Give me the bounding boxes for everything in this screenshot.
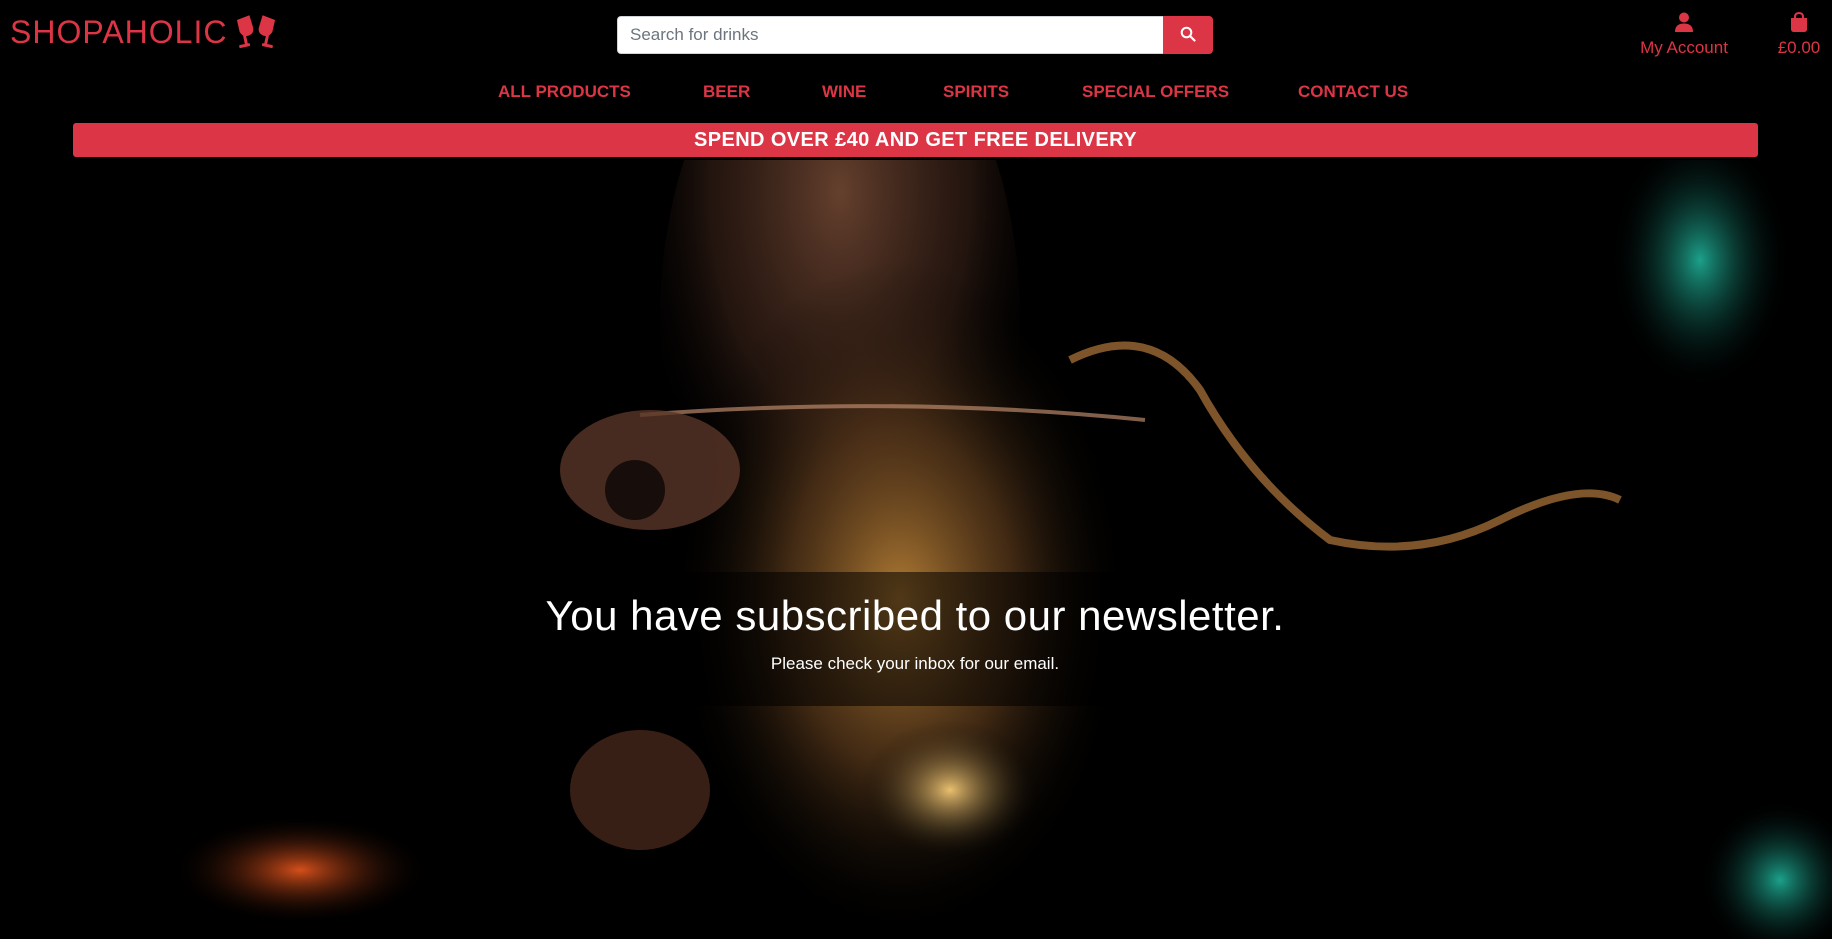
- confirmation-title: You have subscribed to our newsletter.: [545, 592, 1285, 639]
- user-icon: [1628, 12, 1740, 34]
- nav-item-special-offers[interactable]: SPECIAL OFFERS: [1082, 82, 1229, 102]
- bag-total: £0.00: [1777, 38, 1821, 57]
- brand-logo-link[interactable]: SHOPAHOLIC: [10, 14, 277, 51]
- nav-item-wine[interactable]: WINE: [822, 82, 866, 102]
- shopping-bag-icon: [1770, 11, 1828, 34]
- my-account-link[interactable]: My Account: [1628, 12, 1740, 58]
- search-input[interactable]: [617, 16, 1163, 54]
- glass-cheers-icon: [235, 14, 277, 51]
- my-account-label: My Account: [1640, 38, 1728, 57]
- free-delivery-banner: SPEND OVER £40 AND GET FREE DELIVERY: [73, 123, 1758, 157]
- nav-item-contact-us[interactable]: CONTACT US: [1298, 82, 1408, 102]
- newsletter-confirmation: You have subscribed to our newsletter. P…: [500, 572, 1330, 706]
- nav-item-all-products[interactable]: ALL PRODUCTS: [498, 82, 631, 102]
- brand-name: SHOPAHOLIC: [10, 14, 228, 50]
- page: SHOPAHOLIC Search for drinks My Account …: [0, 0, 1832, 939]
- search-form: [617, 16, 1213, 54]
- nav-item-spirits[interactable]: SPIRITS: [943, 82, 1009, 102]
- nav-item-beer[interactable]: BEER: [703, 82, 750, 102]
- site-header: SHOPAHOLIC Search for drinks My Account …: [0, 0, 1832, 160]
- shopping-bag-link[interactable]: £0.00: [1770, 11, 1828, 58]
- search-button[interactable]: [1163, 16, 1213, 54]
- confirmation-subtitle: Please check your inbox for our email.: [770, 654, 1060, 673]
- main-nav: ALL PRODUCTS BEER WINE SPIRITS SPECIAL O…: [0, 82, 1832, 106]
- search-icon: [1180, 26, 1196, 45]
